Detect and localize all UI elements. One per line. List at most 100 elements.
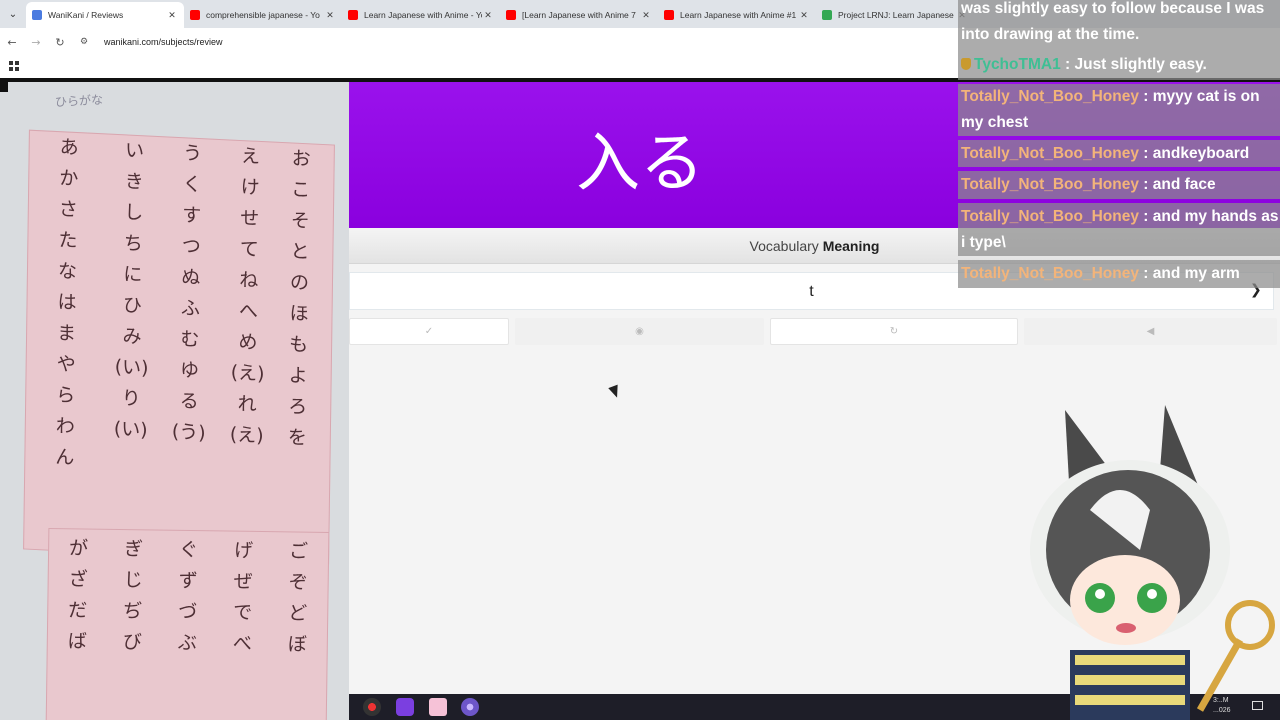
hiragana-char: も bbox=[288, 333, 309, 357]
tab-favicon-icon bbox=[348, 10, 358, 20]
hiragana-char: し bbox=[124, 201, 144, 225]
tab-label: [Learn Japanese with Anime 7 bbox=[522, 10, 636, 20]
hiragana-char: よ bbox=[288, 364, 308, 388]
hiragana-column: おこそとのほもよろを bbox=[288, 143, 311, 454]
hiragana-char: ら bbox=[56, 384, 76, 407]
review-character: 入る bbox=[576, 127, 704, 201]
site-info-icon[interactable]: ⚙ bbox=[72, 37, 96, 47]
hiragana-column: あかさたなはまやらわん bbox=[55, 132, 79, 474]
chat-username[interactable]: TychoTMA1 bbox=[974, 56, 1061, 73]
chat-message: Totally_Not_Boo_Honey : myyy cat is on m… bbox=[961, 88, 1260, 131]
hiragana-char: (い) bbox=[114, 355, 149, 380]
hiragana-char: (う) bbox=[171, 420, 206, 445]
reload-icon[interactable]: ↻ bbox=[48, 36, 72, 49]
hiragana-column: いきしちにひみ (い) り (い) bbox=[114, 135, 152, 446]
question-category: Meaning bbox=[822, 238, 880, 254]
hiragana-char: に bbox=[123, 263, 143, 287]
hiragana-char: づ bbox=[178, 600, 198, 624]
hiragana-char: ふ bbox=[180, 297, 201, 321]
hiragana-char: く bbox=[182, 173, 202, 197]
app-icon[interactable] bbox=[461, 698, 479, 716]
tab-close-icon[interactable]: ✕ bbox=[166, 10, 178, 21]
chat-username[interactable]: Totally_Not_Boo_Honey bbox=[961, 265, 1139, 282]
hiragana-char: げ bbox=[233, 539, 254, 562]
chat-username[interactable]: Totally_Not_Boo_Honey bbox=[961, 208, 1139, 225]
undo-icon[interactable]: ↻ bbox=[770, 318, 1018, 345]
hiragana-column: ぎじぢび bbox=[123, 534, 144, 658]
mouse-cursor-icon bbox=[608, 384, 622, 400]
chat-username[interactable]: Totally_Not_Boo_Honey bbox=[961, 176, 1139, 193]
hiragana-char: か bbox=[59, 167, 79, 191]
hiragana-char: ぬ bbox=[181, 266, 201, 290]
hiragana-column: えけせてねへめ (え) れ (え) bbox=[230, 141, 268, 452]
hiragana-char: べ bbox=[232, 632, 252, 655]
hiragana-chart: おこそとのほもよろを えけせてねへめ (え) れ (え) うくすつぬふむゆる (う) いきしち… bbox=[23, 129, 335, 565]
audio-icon[interactable]: ◀ bbox=[1024, 318, 1277, 345]
apps-grid-icon[interactable] bbox=[9, 61, 19, 71]
hiragana-column: ごぞどぼ bbox=[288, 536, 309, 660]
hiragana-char: さ bbox=[58, 198, 79, 222]
hiragana-char: と bbox=[290, 240, 310, 264]
hiragana-char: わ bbox=[55, 414, 75, 438]
tab-close-icon[interactable]: ✕ bbox=[798, 10, 810, 21]
hiragana-column: げぜでべ bbox=[233, 536, 254, 660]
chat-message: Totally_Not_Boo_Honey : and my hands as … bbox=[961, 208, 1279, 251]
app-icon bbox=[0, 82, 8, 92]
tab-search-icon[interactable]: ⌄ bbox=[0, 0, 26, 28]
browser-tab[interactable]: Project LRNJ: Learn Japanese K✕ bbox=[816, 2, 974, 28]
back-icon[interactable]: ← bbox=[0, 36, 24, 49]
tab-close-icon[interactable]: ✕ bbox=[324, 10, 336, 21]
hiragana-char: (い) bbox=[113, 417, 148, 442]
tab-favicon-icon bbox=[190, 10, 200, 20]
browser-tab[interactable]: Learn Japanese with Anime #1 ✕ bbox=[658, 2, 816, 28]
tab-label: WaniKani / Reviews bbox=[48, 10, 124, 20]
browser-tab[interactable]: comprehensible japanese - Yo ✕ bbox=[184, 2, 342, 28]
forward-icon[interactable]: → bbox=[24, 36, 48, 49]
hiragana-char: こ bbox=[291, 178, 311, 202]
hiragana-char: ほ bbox=[289, 302, 309, 326]
url-field[interactable]: wanikani.com/subjects/review bbox=[104, 37, 223, 47]
tab-favicon-icon bbox=[506, 10, 516, 20]
hiragana-char: ぎ bbox=[123, 538, 144, 561]
chat-message: Totally_Not_Boo_Honey : andkeyboard bbox=[961, 145, 1250, 162]
chat-username[interactable]: Totally_Not_Boo_Honey bbox=[961, 88, 1139, 105]
hiragana-char: る bbox=[179, 390, 199, 413]
canva-icon[interactable] bbox=[396, 698, 414, 716]
eye-icon[interactable]: ◉ bbox=[515, 318, 764, 345]
webcam-overlay: ひらがな おこそとのほもよろをえけせてねへめ (え) れ (え) うくすつぬふむゆる (う… bbox=[0, 82, 349, 720]
hiragana-char: ぢ bbox=[123, 600, 143, 623]
tab-close-icon[interactable]: ✕ bbox=[640, 10, 652, 21]
browser-tab[interactable]: Learn Japanese with Anime - Yo ✕ bbox=[342, 2, 500, 28]
hiragana-char: ま bbox=[56, 322, 77, 345]
checkmark-icon[interactable]: ✓ bbox=[349, 318, 509, 345]
hiragana-char: き bbox=[124, 170, 144, 194]
hiragana-char: ぼ bbox=[287, 633, 307, 656]
hiragana-char: た bbox=[58, 229, 78, 253]
hiragana-char: け bbox=[240, 176, 260, 199]
hiragana-char: ぞ bbox=[288, 571, 308, 594]
hiragana-char: ひ bbox=[122, 294, 143, 318]
chat-username[interactable]: Totally_Not_Boo_Honey bbox=[961, 145, 1139, 162]
hiragana-char: ど bbox=[288, 602, 308, 625]
browser-tab[interactable]: [Learn Japanese with Anime 7 ✕ bbox=[500, 2, 658, 28]
hiragana-column: ぐずづぶ bbox=[178, 535, 199, 659]
hiragana-char: せ bbox=[240, 206, 260, 230]
hiragana-char: え bbox=[240, 145, 261, 168]
hiragana-char: り bbox=[121, 387, 141, 411]
app-icon[interactable] bbox=[429, 698, 447, 716]
hiragana-char: ろ bbox=[288, 395, 308, 419]
hiragana-char: が bbox=[68, 537, 89, 560]
hiragana-column: うくすつぬふむゆる (う) bbox=[172, 138, 210, 449]
hiragana-char: い bbox=[124, 139, 145, 163]
obs-icon[interactable] bbox=[363, 698, 381, 716]
hiragana-char: む bbox=[180, 328, 200, 351]
hiragana-char: め bbox=[238, 330, 258, 354]
chat-message: Totally_Not_Boo_Honey : and face bbox=[961, 176, 1216, 193]
hiragana-char: ぐ bbox=[178, 538, 199, 562]
tab-close-icon[interactable]: ✕ bbox=[482, 10, 494, 21]
browser-tab[interactable]: WaniKani / Reviews ✕ bbox=[26, 2, 184, 28]
hiragana-char: ん bbox=[55, 445, 75, 469]
hiragana-char: び bbox=[122, 631, 142, 654]
hiragana-char: (え) bbox=[229, 423, 264, 448]
tab-label: Project LRNJ: Learn Japanese K bbox=[838, 10, 956, 20]
